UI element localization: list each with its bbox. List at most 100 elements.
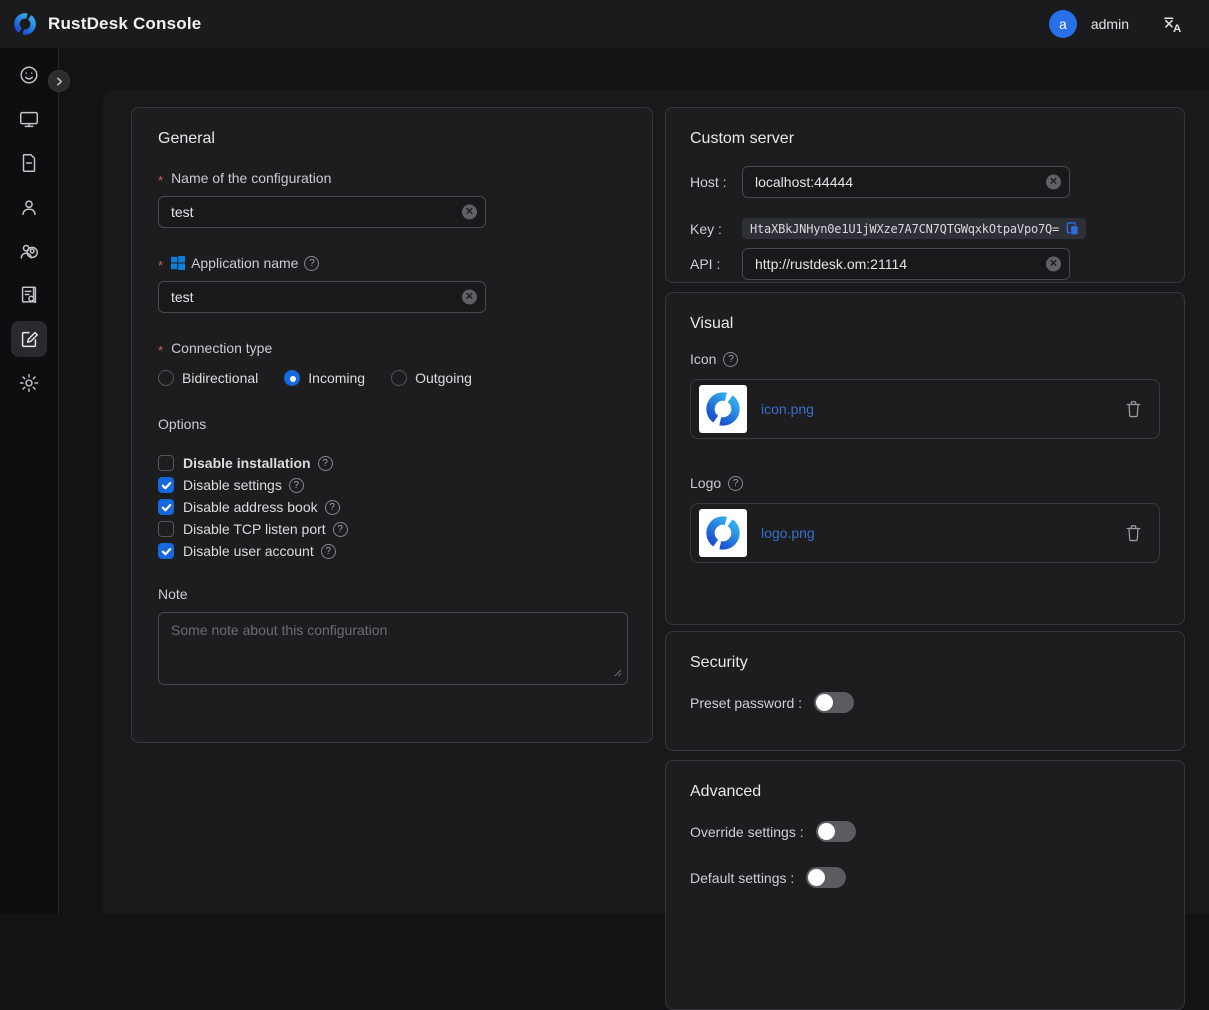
help-icon[interactable]: ? xyxy=(728,476,743,491)
host-field: ✕ xyxy=(742,166,1070,198)
edit-icon xyxy=(18,328,40,350)
general-card: General * Name of the configuration ✕ * … xyxy=(131,107,653,743)
content-panel: General * Name of the configuration ✕ * … xyxy=(103,90,1209,914)
key-value: HtaXBkJNHyn0e1U1jWXze7A7CN7QTGWqxkOtpaVp… xyxy=(750,222,1059,236)
note-textarea[interactable] xyxy=(158,612,628,685)
override-settings-toggle[interactable] xyxy=(816,821,856,842)
sidebar-item-devices[interactable] xyxy=(11,101,47,137)
general-title: General xyxy=(158,130,626,148)
note-field xyxy=(158,612,626,690)
checkbox-disable-settings[interactable]: Disable settings ? xyxy=(158,474,626,496)
key-value-chip: HtaXBkJNHyn0e1U1jWXze7A7CN7QTGWqxkOtpaVp… xyxy=(742,218,1086,239)
advanced-card: Advanced Override settings : Default set… xyxy=(665,760,1185,1010)
app-name-input[interactable] xyxy=(158,281,486,313)
checkbox-disable-tcp-listen-port[interactable]: Disable TCP listen port ? xyxy=(158,518,626,540)
rustdesk-logo-icon xyxy=(703,513,743,553)
sidebar-expand-button[interactable] xyxy=(48,70,70,92)
preset-password-label: Preset password : xyxy=(690,695,802,711)
group-icon xyxy=(18,240,40,262)
override-settings-label: Override settings : xyxy=(690,824,804,840)
sidebar-item-users[interactable] xyxy=(11,189,47,225)
checkbox-box xyxy=(158,499,174,515)
api-field: ✕ xyxy=(742,248,1070,280)
default-settings-toggle[interactable] xyxy=(806,867,846,888)
brand: RustDesk Console xyxy=(12,11,201,37)
sidebar-item-audit[interactable] xyxy=(11,277,47,313)
sidebar-item-configurations[interactable] xyxy=(11,321,47,357)
radio-dot xyxy=(284,370,300,386)
user-icon xyxy=(18,196,40,218)
help-icon[interactable]: ? xyxy=(325,500,340,515)
config-name-input[interactable] xyxy=(158,196,486,228)
checkbox-disable-address-book[interactable]: Disable address book ? xyxy=(158,496,626,518)
options-label: Options xyxy=(158,416,626,432)
app-name-label: * Application name ? xyxy=(158,255,626,271)
connection-type-label: * Connection type xyxy=(158,340,626,356)
icon-file-link[interactable]: icon.png xyxy=(761,401,814,417)
config-name-label: * Name of the configuration xyxy=(158,170,626,186)
sidebar-item-dashboard[interactable] xyxy=(11,57,47,93)
help-icon[interactable]: ? xyxy=(333,522,348,537)
help-icon[interactable]: ? xyxy=(318,456,333,471)
app-title: RustDesk Console xyxy=(48,14,201,34)
security-card: Security Preset password : xyxy=(665,631,1185,751)
visual-title: Visual xyxy=(690,315,1160,333)
sidebar-item-groups[interactable] xyxy=(11,233,47,269)
help-icon[interactable]: ? xyxy=(723,352,738,367)
delete-icon[interactable] xyxy=(1125,524,1143,542)
required-asterisk: * xyxy=(158,258,163,273)
checkbox-disable-user-account[interactable]: Disable user account ? xyxy=(158,540,626,562)
radio-incoming[interactable]: Incoming xyxy=(284,370,365,386)
windows-icon xyxy=(171,256,185,270)
resize-handle-icon[interactable] xyxy=(613,664,622,682)
preset-password-toggle[interactable] xyxy=(814,692,854,713)
host-input[interactable] xyxy=(742,166,1070,198)
key-label: Key : xyxy=(690,208,742,237)
logo-file-row: logo.png xyxy=(690,503,1160,563)
icon-thumbnail xyxy=(699,385,747,433)
visual-card: Visual Icon ? icon.png Logo ? xyxy=(665,292,1185,625)
help-icon[interactable]: ? xyxy=(321,544,336,559)
help-icon[interactable]: ? xyxy=(304,256,319,271)
config-name-field: ✕ xyxy=(158,196,486,228)
custom-server-card: Custom server Host : ✕ Key : HtaXBkJNHyn… xyxy=(665,107,1185,283)
chevron-right-icon xyxy=(54,76,65,87)
logo-file-link[interactable]: logo.png xyxy=(761,525,815,541)
rustdesk-logo-icon xyxy=(703,389,743,429)
clear-icon[interactable]: ✕ xyxy=(1046,175,1061,190)
radio-dot xyxy=(158,370,174,386)
radio-bidirectional[interactable]: Bidirectional xyxy=(158,370,258,386)
username[interactable]: admin xyxy=(1091,16,1129,32)
copy-icon[interactable] xyxy=(1065,221,1080,236)
required-asterisk: * xyxy=(158,343,163,358)
audit-log-icon xyxy=(18,284,40,306)
clear-icon[interactable]: ✕ xyxy=(462,290,477,305)
checkbox-disable-installation[interactable]: Disable installation ? xyxy=(158,452,626,474)
default-settings-label: Default settings : xyxy=(690,870,794,886)
radio-dot xyxy=(391,370,407,386)
app-name-field: ✕ xyxy=(158,281,486,313)
logo-thumbnail xyxy=(699,509,747,557)
icon-label: Icon ? xyxy=(690,351,1160,367)
api-input[interactable] xyxy=(742,248,1070,280)
checkbox-box xyxy=(158,455,174,471)
document-icon xyxy=(18,152,40,174)
api-label: API : xyxy=(690,256,742,272)
svg-text:A: A xyxy=(1173,23,1181,35)
delete-icon[interactable] xyxy=(1125,400,1143,418)
sidebar xyxy=(0,48,59,914)
clear-icon[interactable]: ✕ xyxy=(462,205,477,220)
translate-icon[interactable]: A xyxy=(1161,12,1185,36)
sidebar-item-logs[interactable] xyxy=(11,145,47,181)
required-asterisk: * xyxy=(158,173,163,188)
clear-icon[interactable]: ✕ xyxy=(1046,257,1061,272)
checkbox-box xyxy=(158,477,174,493)
user-avatar[interactable]: a xyxy=(1049,10,1077,38)
monitor-icon xyxy=(18,108,40,130)
security-title: Security xyxy=(690,654,1160,672)
sidebar-item-settings[interactable] xyxy=(11,365,47,401)
radio-outgoing[interactable]: Outgoing xyxy=(391,370,472,386)
help-icon[interactable]: ? xyxy=(289,478,304,493)
smiley-icon xyxy=(18,64,40,86)
options-group: Disable installation ? Disable settings … xyxy=(158,452,626,562)
